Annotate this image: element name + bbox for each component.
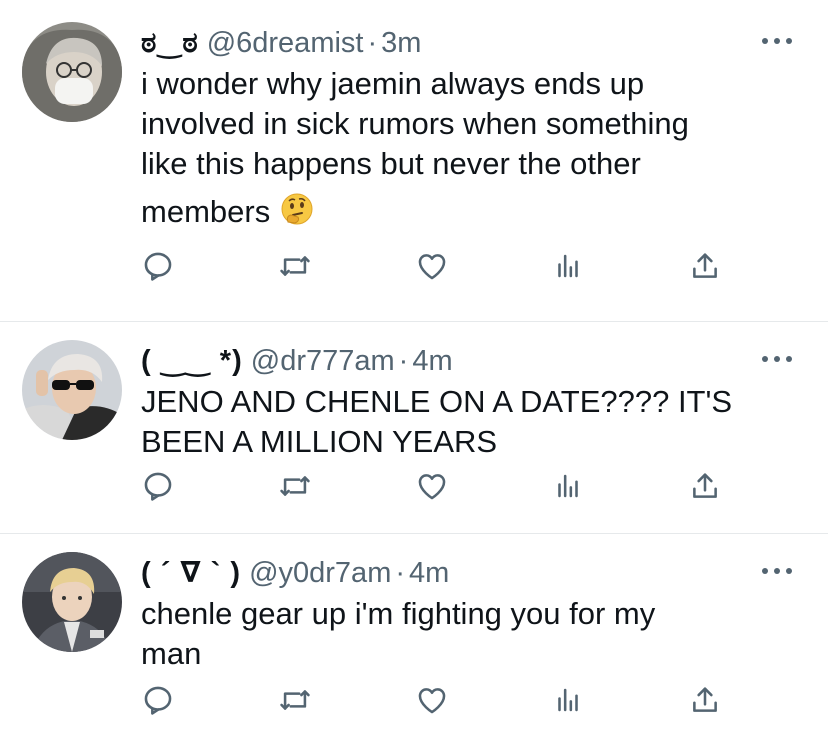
tweet-header: ( ‿‿ *) @dr777am · 4m (141, 340, 792, 382)
more-options-icon[interactable] (762, 352, 792, 366)
reply-icon[interactable] (138, 680, 178, 720)
separator: · (395, 557, 406, 589)
timestamp[interactable]: 3m (381, 27, 421, 59)
tweet-feed: ಠ‿ಠ @6dreamist · 3m i wonder why jaemin alw… (0, 0, 828, 748)
tweet-text: JENO AND CHENLE ON A DATE???? IT'S BEEN … (141, 382, 792, 462)
display-name[interactable]: ಠ‿ಠ (141, 27, 199, 59)
tweet-text-line: involved in sick rumors when something (141, 106, 689, 141)
tweet-header: ( ´ ∇ ` ) @y0dr7am · 4m (141, 552, 792, 594)
tweet-text-line: chenle gear up i'm fighting you for my (141, 596, 656, 631)
like-icon[interactable] (412, 680, 452, 720)
tweet-text-line: i wonder why jaemin always ends up (141, 66, 645, 101)
share-icon[interactable] (685, 680, 725, 720)
tweet-body: ( ´ ∇ ` ) @y0dr7am · 4m chenle gear up i'm … (141, 552, 792, 674)
reply-icon[interactable] (138, 466, 178, 506)
separator: · (398, 345, 409, 377)
tweet-text: i wonder why jaemin always ends up invol… (141, 64, 792, 236)
user-handle[interactable]: @y0dr7am (249, 557, 391, 589)
thinking-face-emoji (280, 192, 314, 236)
tweet-text-line: like this happens but never the other (141, 146, 641, 181)
tweet-text-line: BEEN A MILLION YEARS (141, 424, 498, 459)
separator: · (367, 27, 378, 59)
tweet-actions (0, 680, 828, 720)
reply-icon[interactable] (138, 246, 178, 286)
more-options-icon[interactable] (762, 34, 792, 48)
analytics-icon[interactable] (548, 466, 588, 506)
avatar[interactable] (22, 552, 122, 652)
avatar[interactable] (22, 22, 122, 122)
tweet-actions (0, 246, 828, 286)
retweet-icon[interactable] (275, 466, 315, 506)
tweet-text-line: members (141, 194, 271, 230)
user-handle[interactable]: @dr777am (251, 345, 395, 377)
tweet-text-last-line: members (141, 192, 792, 236)
like-icon[interactable] (412, 466, 452, 506)
retweet-icon[interactable] (275, 246, 315, 286)
avatar[interactable] (22, 340, 122, 440)
tweet-text-line: JENO AND CHENLE ON A DATE???? IT'S (141, 384, 733, 419)
user-handle[interactable]: @6dreamist (207, 27, 364, 59)
tweet[interactable]: ಠ‿ಠ @6dreamist · 3m i wonder why jaemin alw… (0, 0, 828, 322)
tweet[interactable]: ( ‿‿ *) @dr777am · 4m JENO AND CHENLE ON A … (0, 322, 828, 534)
tweet-text-line: man (141, 636, 202, 671)
display-name[interactable]: ( ‿‿ *) (141, 345, 243, 377)
like-icon[interactable] (412, 246, 452, 286)
timestamp[interactable]: 4m (409, 557, 449, 589)
display-name[interactable]: ( ´ ∇ ` ) (141, 557, 241, 589)
analytics-icon[interactable] (548, 680, 588, 720)
tweet[interactable]: ( ´ ∇ ` ) @y0dr7am · 4m chenle gear up i'm … (0, 534, 828, 748)
analytics-icon[interactable] (548, 246, 588, 286)
timestamp[interactable]: 4m (412, 345, 452, 377)
more-options-icon[interactable] (762, 564, 792, 578)
tweet-header: ಠ‿ಠ @6dreamist · 3m (141, 22, 792, 64)
retweet-icon[interactable] (275, 680, 315, 720)
share-icon[interactable] (685, 466, 725, 506)
tweet-text: chenle gear up i'm fighting you for my m… (141, 594, 792, 674)
tweet-body: ಠ‿ಠ @6dreamist · 3m i wonder why jaemin alw… (141, 22, 792, 236)
tweet-actions (0, 466, 828, 506)
tweet-body: ( ‿‿ *) @dr777am · 4m JENO AND CHENLE ON A … (141, 340, 792, 462)
share-icon[interactable] (685, 246, 725, 286)
